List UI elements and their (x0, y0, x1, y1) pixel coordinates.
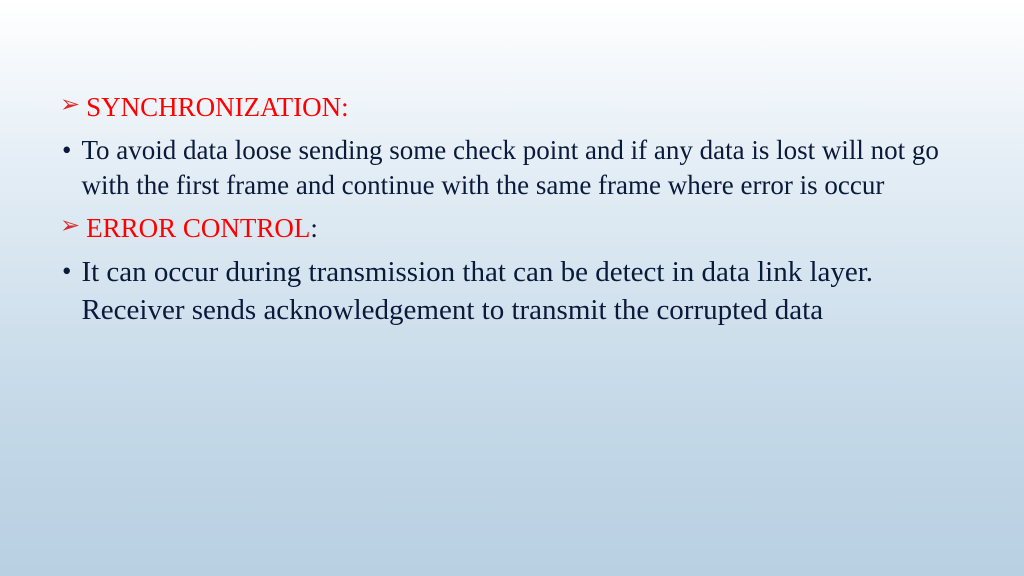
heading-error-control: ➢ ERROR CONTROL: (60, 211, 964, 246)
dot-bullet-icon: • (62, 133, 71, 168)
arrow-bullet-icon: ➢ (60, 211, 80, 242)
heading-synchronization: ➢ SYNCHRONIZATION: (60, 90, 964, 125)
body-text: It can occur during transmission that ca… (81, 254, 951, 329)
heading-text: SYNCHRONIZATION: (86, 90, 349, 125)
body-synchronization: • To avoid data loose sending some check… (60, 133, 964, 203)
colon: : (310, 213, 318, 243)
body-error-control: • It can occur during transmission that … (60, 254, 964, 329)
slide-content: ➢ SYNCHRONIZATION: • To avoid data loose… (60, 90, 964, 330)
heading-text-wrapper: ERROR CONTROL: (86, 211, 318, 246)
body-text: To avoid data loose sending some check p… (81, 133, 961, 203)
dot-bullet-icon: • (62, 254, 71, 289)
heading-text: ERROR CONTROL (86, 213, 310, 243)
arrow-bullet-icon: ➢ (60, 90, 80, 121)
